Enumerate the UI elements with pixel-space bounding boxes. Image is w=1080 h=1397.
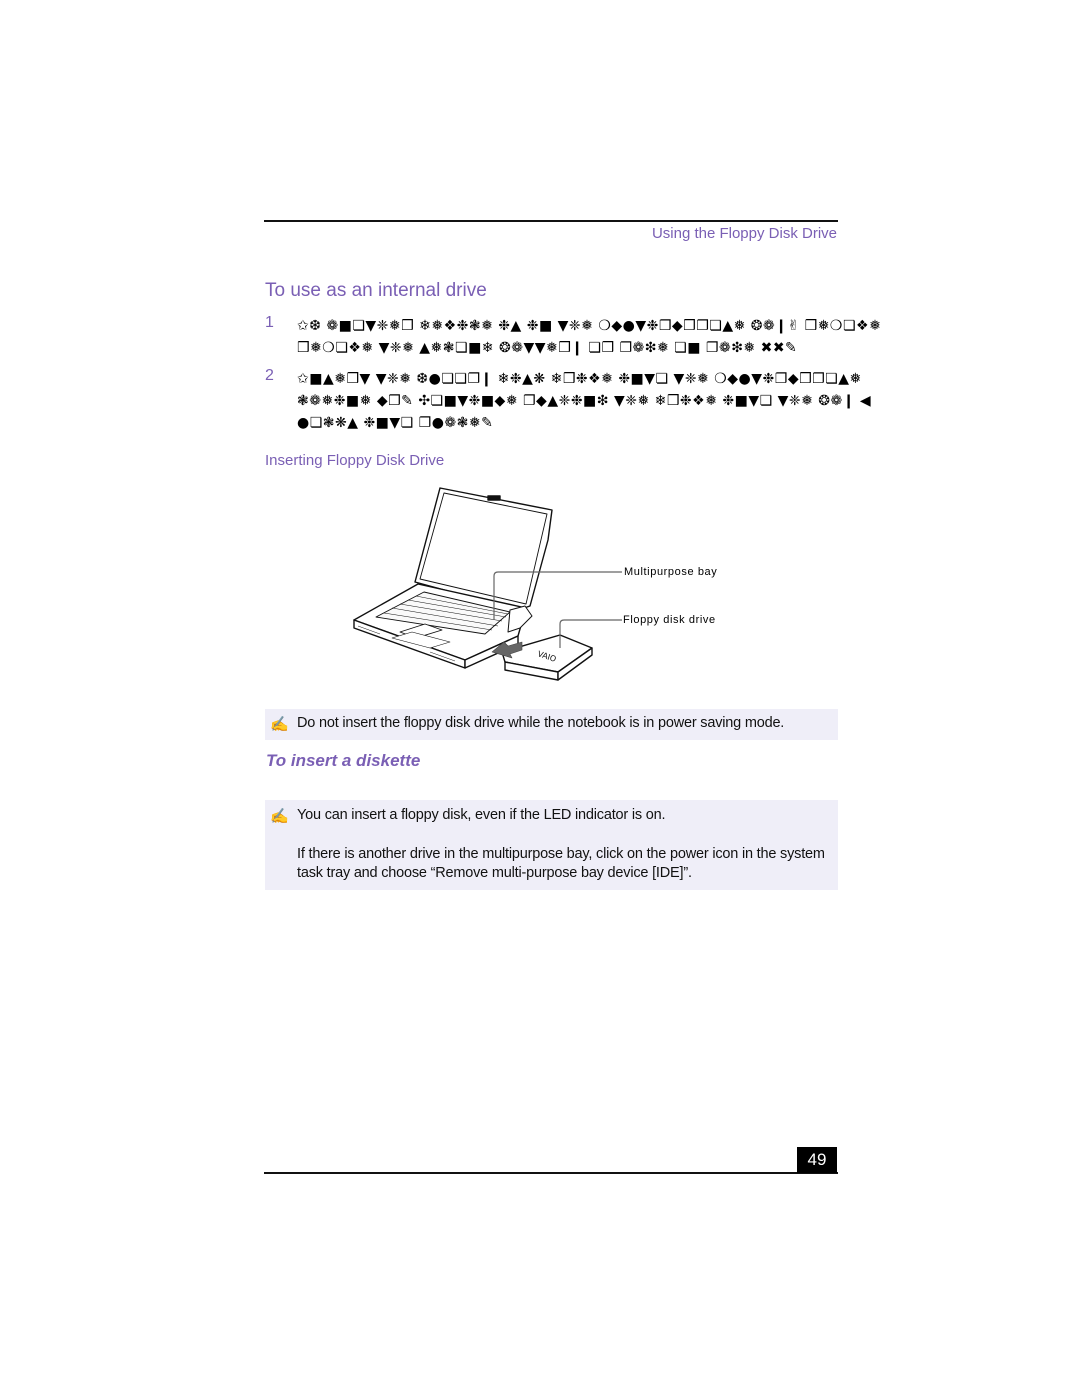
- page-number: 49: [797, 1147, 837, 1173]
- note-pencil-icon: ✍: [270, 808, 289, 825]
- laptop-illustration: VAIO Multipurpose bay Floppy disk drive: [340, 480, 760, 695]
- note-text: You can insert a floppy disk, even if th…: [297, 807, 666, 823]
- step-text: ✩■▲❅❒▼ ▼❈❅ ❆●❏❏❐❙ ❄❉▲❋ ❄❒❉❖❅ ❉■▼❏ ▼❈❅ ❍◆…: [297, 368, 917, 434]
- header-rule: [264, 220, 838, 222]
- laptop-drawing: VAIO: [353, 487, 622, 681]
- step-line: ●❏❃❋▲ ❉■▼❏ ❐●❁❃❅✎: [297, 415, 494, 431]
- note-text: Do not insert the floppy disk drive whil…: [297, 715, 785, 731]
- callout-multipurpose-bay: Multipurpose bay: [624, 566, 718, 578]
- figure-caption: Inserting Floppy Disk Drive: [265, 452, 445, 469]
- note-box: ✍ Do not insert the floppy disk drive wh…: [265, 709, 838, 740]
- running-header: Using the Floppy Disk Drive: [651, 225, 837, 242]
- step-number: 2: [265, 367, 274, 384]
- step-text: ✩❆ ❁■❏▼❈❅❒ ❄❅❖❉❃❅ ❉▲ ❉■ ▼❈❅ ❍◆●▼❉❐◆❒❐❏▲❅…: [297, 315, 917, 359]
- step-line: ❒❅❍❏❖❅ ▼❈❅ ▲❅❃❏■❄ ❂❁▼▼❅❒❙ ❏❒ ❐❁❇❅ ❏■ ❐❁❇…: [297, 340, 798, 356]
- callout-floppy-disk-drive: Floppy disk drive: [623, 614, 716, 626]
- note-text: If there is another drive in the multipu…: [297, 846, 825, 862]
- step-line: ❃❁❅❉■❅ ◆❐✎ ✣❏■▼❉■◆❅ ❐◆▲❈❉■❇ ▼❈❅ ❄❒❉❖❅ ❉■…: [297, 393, 872, 409]
- subsection-title: To insert a diskette: [266, 751, 421, 770]
- footer-rule: [264, 1172, 838, 1174]
- step-line: ✩❆ ❁■❏▼❈❅❒ ❄❅❖❉❃❅ ❉▲ ❉■ ▼❈❅ ❍◆●▼❉❐◆❒❐❏▲❅…: [297, 318, 882, 334]
- section-title: To use as an internal drive: [265, 280, 487, 301]
- note-box: ✍ You can insert a floppy disk, even if …: [265, 800, 838, 890]
- note-pencil-icon: ✍: [270, 716, 289, 733]
- note-text: task tray and choose “Remove multi-purpo…: [297, 865, 692, 881]
- step-line: ✩■▲❅❒▼ ▼❈❅ ❆●❏❏❐❙ ❄❉▲❋ ❄❒❉❖❅ ❉■▼❏ ▼❈❅ ❍◆…: [297, 371, 862, 387]
- step-number: 1: [265, 314, 274, 331]
